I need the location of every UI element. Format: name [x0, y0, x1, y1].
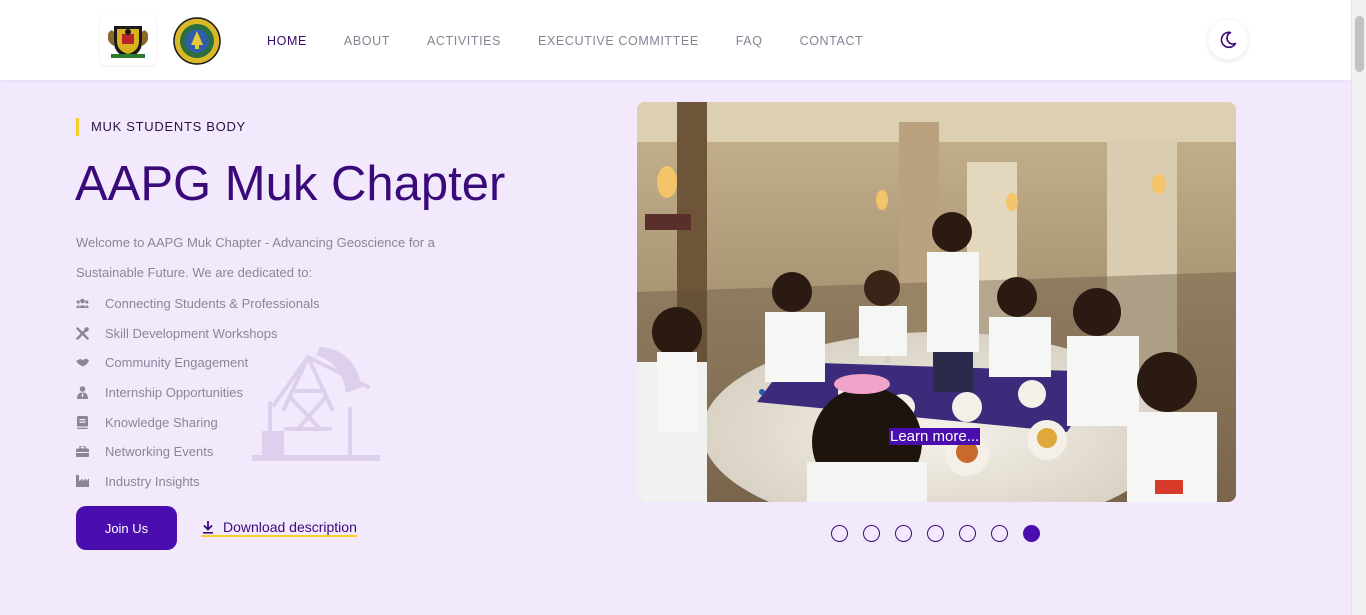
nav-executive-committee-label: EXECUTIVE COMMITTEE [538, 34, 699, 48]
feature-label: Industry Insights [105, 473, 200, 489]
hero-intro: Welcome to AAPG Muk Chapter - Advancing … [76, 235, 435, 280]
university-crest-logo[interactable] [100, 15, 156, 65]
carousel-dot-active[interactable] [1023, 525, 1040, 542]
nav-executive-committee[interactable]: EXECUTIVE COMMITTEE [533, 33, 699, 49]
carousel-dot[interactable] [991, 525, 1008, 542]
users-icon [76, 297, 89, 310]
carousel-dot[interactable] [831, 525, 848, 542]
nav-about[interactable]: ABOUT [339, 33, 390, 49]
download-label: Download description [223, 518, 357, 535]
book-icon [76, 415, 89, 429]
feature-label: Community Engagement [105, 355, 249, 371]
carousel-dot[interactable] [863, 525, 880, 542]
feature-label: Networking Events [105, 444, 214, 460]
handshake-icon [76, 356, 89, 369]
feature-list: Connecting Students & Professionals Skil… [76, 289, 320, 496]
briefcase-icon [76, 445, 89, 458]
join-us-button[interactable]: Join Us [76, 506, 177, 550]
nav-contact-label: CONTACT [799, 34, 864, 48]
scrollbar-thumb[interactable] [1355, 16, 1364, 72]
carousel-dot[interactable] [959, 525, 976, 542]
theme-toggle-button[interactable] [1208, 20, 1248, 60]
nav-about-label: ABOUT [343, 34, 390, 48]
tools-icon [76, 327, 89, 340]
carousel-dot[interactable] [927, 525, 944, 542]
download-icon [201, 520, 215, 534]
download-description-link[interactable]: Download description [201, 518, 357, 537]
nav-faq[interactable]: FAQ [731, 33, 763, 49]
carousel-dot[interactable] [895, 525, 912, 542]
feature-item: Knowledge Sharing [76, 407, 320, 437]
learn-more-link[interactable]: Learn more... [889, 428, 981, 445]
carousel-pagination [831, 525, 1055, 542]
nav-faq-label: FAQ [735, 34, 763, 48]
hero-title: AAPG Muk Chapter [75, 157, 506, 211]
feature-item: Internship Opportunities [76, 378, 320, 408]
feature-label: Knowledge Sharing [105, 414, 218, 430]
nav-contact[interactable]: CONTACT [795, 33, 864, 49]
nav-home[interactable]: HOME [262, 33, 307, 49]
feature-item: Community Engagement [76, 348, 320, 378]
feature-item: Industry Insights [76, 467, 320, 497]
user-tie-icon [76, 386, 89, 400]
feature-label: Internship Opportunities [105, 385, 244, 401]
industry-icon [76, 475, 89, 488]
nav-activities-label: ACTIVITIES [426, 34, 502, 48]
moon-icon [1220, 31, 1237, 49]
hero-eyebrow: MUK STUDENTS BODY [76, 118, 246, 136]
site-header: HOME ABOUT ACTIVITIES EXECUTIVE COMMITTE… [0, 0, 1351, 80]
nav-activities[interactable]: ACTIVITIES [422, 33, 501, 49]
nav-home-label: HOME [267, 34, 307, 48]
feature-item: Skill Development Workshops [76, 319, 320, 349]
feature-item: Connecting Students & Professionals [76, 289, 320, 319]
feature-item: Networking Events [76, 437, 320, 467]
feature-label: Skill Development Workshops [105, 325, 278, 341]
page-scrollbar[interactable] [1351, 0, 1366, 615]
main-nav: HOME ABOUT ACTIVITIES EXECUTIVE COMMITTE… [262, 33, 895, 49]
feature-label: Connecting Students & Professionals [105, 296, 320, 312]
aapg-chapter-seal-logo[interactable] [172, 16, 221, 65]
